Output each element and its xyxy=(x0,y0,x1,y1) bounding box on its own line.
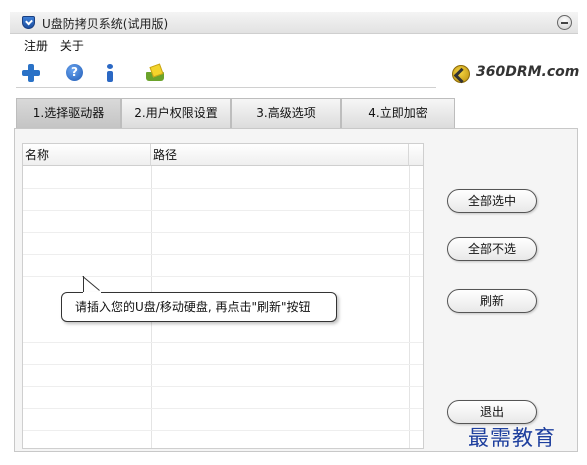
menu-item-about[interactable]: 关于 xyxy=(60,39,84,53)
column-divider xyxy=(409,166,410,448)
column-header-name[interactable]: 名称 xyxy=(23,144,151,166)
info-icon[interactable] xyxy=(106,64,114,82)
minimize-button[interactable] xyxy=(557,15,572,30)
row-divider xyxy=(23,386,423,387)
row-divider xyxy=(23,188,423,189)
select-all-button[interactable]: 全部选中 xyxy=(447,189,537,213)
menu-item-register[interactable]: 注册 xyxy=(24,39,48,53)
watermark-text: 最需教育 xyxy=(468,426,556,450)
row-divider xyxy=(23,232,423,233)
exit-button[interactable]: 退出 xyxy=(447,400,537,424)
row-divider xyxy=(23,254,423,255)
help-icon[interactable]: ? xyxy=(66,64,83,81)
shield-icon xyxy=(22,16,35,29)
main-panel: 名称 路径 请插入您的U盘/移动硬盘, 再点击"刷新"按钮 全部选中 全部不选 … xyxy=(14,128,578,452)
column-header-path[interactable]: 路径 xyxy=(151,144,409,166)
window-title: U盘防拷贝系统(试用版) xyxy=(42,17,169,31)
brand-badge-icon xyxy=(452,65,470,83)
hint-tooltip: 请插入您的U盘/移动硬盘, 再点击"刷新"按钮 xyxy=(61,276,337,322)
row-divider xyxy=(23,210,423,211)
column-header-filler xyxy=(409,144,423,166)
drive-table[interactable]: 名称 路径 请插入您的U盘/移动硬盘, 再点击"刷新"按钮 xyxy=(22,143,424,449)
row-divider xyxy=(23,342,423,343)
row-divider xyxy=(23,430,423,431)
menu-bar: 注册 关于 xyxy=(24,37,92,55)
title-bar: U盘防拷贝系统(试用版) xyxy=(10,12,578,34)
brand-text: 360DRM.com xyxy=(476,64,580,80)
tab-select-drive[interactable]: 1.选择驱动器 xyxy=(16,98,121,128)
tab-user-permissions[interactable]: 2.用户权限设置 xyxy=(121,98,231,128)
toolbar-divider xyxy=(16,87,436,88)
tab-advanced-options[interactable]: 3.高级选项 xyxy=(231,98,341,128)
add-icon[interactable] xyxy=(22,64,40,82)
refresh-button[interactable]: 刷新 xyxy=(447,289,537,313)
toolbar: ? 360DRM.com xyxy=(16,60,580,88)
brand-logo: 360DRM.com xyxy=(452,64,580,84)
tray-icon[interactable] xyxy=(146,64,164,82)
row-divider xyxy=(23,408,423,409)
select-none-button[interactable]: 全部不选 xyxy=(447,237,537,261)
tooltip-text: 请插入您的U盘/移动硬盘, 再点击"刷新"按钮 xyxy=(75,300,311,314)
tab-encrypt-now[interactable]: 4.立即加密 xyxy=(341,98,455,128)
row-divider xyxy=(23,364,423,365)
